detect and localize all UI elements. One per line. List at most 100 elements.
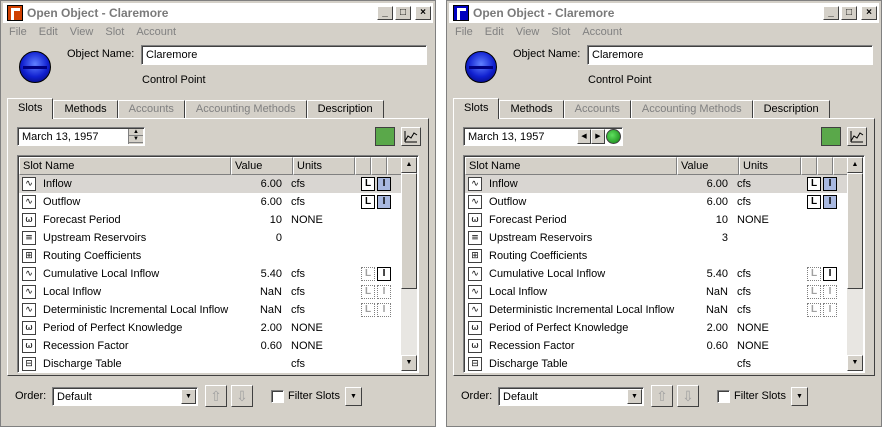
- menu-account[interactable]: Account: [130, 25, 182, 43]
- lock-flag-icon[interactable]: L: [807, 285, 821, 299]
- title-bar[interactable]: Open Object - Claremore _ □ ×: [3, 3, 433, 23]
- lock-flag-icon[interactable]: L: [361, 195, 375, 209]
- date-spinner[interactable]: ▲ ▼: [128, 129, 143, 144]
- menu-account[interactable]: Account: [576, 25, 628, 43]
- scroll-thumb[interactable]: [847, 173, 863, 289]
- menu-slot[interactable]: Slot: [545, 25, 576, 43]
- slot-row[interactable]: ∿ Deterministic Incremental Local Inflow N…: [19, 301, 403, 319]
- slot-row[interactable]: ω Recession Factor 0.60 NONE: [465, 337, 849, 355]
- column-value[interactable]: Value: [677, 157, 739, 175]
- input-flag-icon[interactable]: I: [823, 303, 837, 317]
- lock-flag-icon[interactable]: L: [807, 267, 821, 281]
- move-up-button[interactable]: ⇧: [205, 385, 227, 407]
- date-spinbox[interactable]: March 13, 1957 ▲ ▼: [17, 127, 145, 146]
- close-button[interactable]: ×: [415, 6, 431, 20]
- slot-row[interactable]: ≡ Upstream Reservoirs 0: [19, 229, 403, 247]
- maximize-button[interactable]: □: [395, 6, 411, 20]
- spin-down-icon[interactable]: ▼: [129, 136, 143, 143]
- tab-description[interactable]: Description: [752, 100, 830, 118]
- tab-slots[interactable]: Slots: [7, 98, 54, 119]
- vertical-scrollbar[interactable]: ▲ ▼: [401, 157, 417, 371]
- column-flag-1[interactable]: [355, 157, 371, 175]
- slot-row[interactable]: ⊟ Discharge Table cfs: [465, 355, 849, 372]
- input-flag-icon[interactable]: I: [823, 285, 837, 299]
- object-name-input[interactable]: Claremore: [141, 45, 427, 65]
- tab-methods[interactable]: Methods: [53, 100, 118, 118]
- menu-view[interactable]: View: [510, 25, 546, 43]
- menu-edit[interactable]: Edit: [479, 25, 510, 43]
- slot-row[interactable]: ω Period of Perfect Knowledge 2.00 NONE: [19, 319, 403, 337]
- move-down-button[interactable]: ⇩: [231, 385, 253, 407]
- date-next-icon[interactable]: ▶: [591, 129, 605, 144]
- scroll-down-icon[interactable]: ▼: [401, 355, 417, 371]
- input-flag-icon[interactable]: I: [377, 267, 391, 281]
- input-flag-icon[interactable]: I: [823, 267, 837, 281]
- slot-row[interactable]: ≡ Upstream Reservoirs 3: [465, 229, 849, 247]
- filter-slots-checkbox[interactable]: [271, 390, 284, 403]
- maximize-button[interactable]: □: [841, 6, 857, 20]
- filter-slots-checkbox[interactable]: [717, 390, 730, 403]
- date-prev-icon[interactable]: ◀: [577, 129, 591, 144]
- slot-row[interactable]: ∿ Inflow 6.00 cfs L I: [465, 175, 849, 193]
- scroll-up-icon[interactable]: ▲: [847, 157, 863, 173]
- input-flag-icon[interactable]: I: [823, 177, 837, 191]
- menu-view[interactable]: View: [64, 25, 100, 43]
- tab-description[interactable]: Description: [306, 100, 384, 118]
- order-combobox[interactable]: Default ▼: [52, 387, 198, 406]
- column-slot-name[interactable]: Slot Name: [465, 157, 677, 175]
- lock-flag-icon[interactable]: L: [807, 303, 821, 317]
- slot-row[interactable]: ∿ Cumulative Local Inflow 5.40 cfs L I: [19, 265, 403, 283]
- lock-flag-icon[interactable]: L: [361, 285, 375, 299]
- green-status-button[interactable]: [821, 127, 841, 146]
- slot-row[interactable]: ⊞ Routing Coefficients: [465, 247, 849, 265]
- title-bar[interactable]: Open Object - Claremore _ □ ×: [449, 3, 879, 23]
- slot-row[interactable]: ω Forecast Period 10 NONE: [465, 211, 849, 229]
- lock-flag-icon[interactable]: L: [807, 177, 821, 191]
- input-flag-icon[interactable]: I: [823, 195, 837, 209]
- lock-flag-icon[interactable]: L: [361, 267, 375, 281]
- spin-up-icon[interactable]: ▲: [129, 129, 143, 136]
- slot-row[interactable]: ⊞ Routing Coefficients: [19, 247, 403, 265]
- menu-slot[interactable]: Slot: [99, 25, 130, 43]
- slot-row[interactable]: ∿ Inflow 6.00 cfs L I: [19, 175, 403, 193]
- slot-row[interactable]: ∿ Cumulative Local Inflow 5.40 cfs L I: [465, 265, 849, 283]
- object-name-input[interactable]: Claremore: [587, 45, 873, 65]
- minimize-button[interactable]: _: [823, 6, 839, 20]
- tab-methods[interactable]: Methods: [499, 100, 564, 118]
- column-units[interactable]: Units: [293, 157, 355, 175]
- tab-accounts[interactable]: Accounts: [117, 100, 185, 118]
- plot-button[interactable]: [401, 127, 421, 146]
- move-up-button[interactable]: ⇧: [651, 385, 673, 407]
- slot-row[interactable]: ω Recession Factor 0.60 NONE: [19, 337, 403, 355]
- move-down-button[interactable]: ⇩: [677, 385, 699, 407]
- column-flag-1[interactable]: [801, 157, 817, 175]
- vertical-scrollbar[interactable]: ▲ ▼: [847, 157, 863, 371]
- tab-slots[interactable]: Slots: [453, 98, 500, 119]
- input-flag-icon[interactable]: I: [377, 195, 391, 209]
- input-flag-icon[interactable]: I: [377, 285, 391, 299]
- minimize-button[interactable]: _: [377, 6, 393, 20]
- slot-row[interactable]: ∿ Outflow 6.00 cfs L I: [465, 193, 849, 211]
- slot-row[interactable]: ∿ Local Inflow NaN cfs L I: [465, 283, 849, 301]
- green-status-button[interactable]: [375, 127, 395, 146]
- lock-flag-icon[interactable]: L: [361, 303, 375, 317]
- chevron-down-icon[interactable]: ▼: [627, 389, 642, 404]
- chevron-down-icon[interactable]: ▼: [181, 389, 196, 404]
- filter-dropdown-button[interactable]: ▼: [791, 387, 808, 406]
- order-combobox[interactable]: Default ▼: [498, 387, 644, 406]
- tab-accounting-methods[interactable]: Accounting Methods: [184, 100, 307, 118]
- slot-row[interactable]: ∿ Local Inflow NaN cfs L I: [19, 283, 403, 301]
- lock-flag-icon[interactable]: L: [361, 177, 375, 191]
- date-field[interactable]: March 13, 1957 ◀ ▶: [463, 127, 623, 146]
- column-slot-name[interactable]: Slot Name: [19, 157, 231, 175]
- column-units[interactable]: Units: [739, 157, 801, 175]
- input-flag-icon[interactable]: I: [377, 303, 391, 317]
- scroll-up-icon[interactable]: ▲: [401, 157, 417, 173]
- menu-edit[interactable]: Edit: [33, 25, 64, 43]
- plot-button[interactable]: [847, 127, 867, 146]
- lock-flag-icon[interactable]: L: [807, 195, 821, 209]
- column-flag-2[interactable]: [371, 157, 387, 175]
- slot-row[interactable]: ⊟ Discharge Table cfs: [19, 355, 403, 372]
- input-flag-icon[interactable]: I: [377, 177, 391, 191]
- tab-accounting-methods[interactable]: Accounting Methods: [630, 100, 753, 118]
